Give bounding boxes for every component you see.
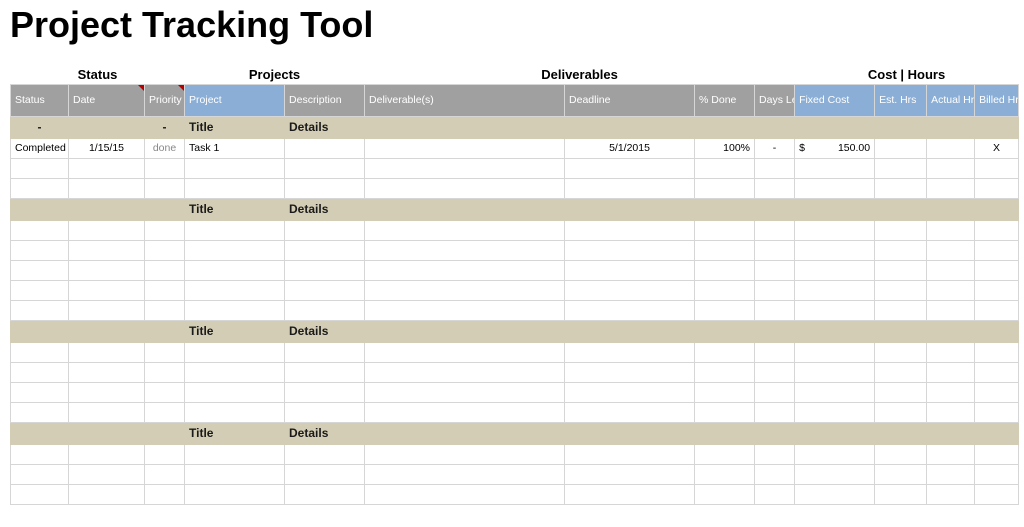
- section-header: Title Details: [11, 422, 1019, 444]
- section-details[interactable]: Details: [285, 198, 1019, 220]
- cell-days-left[interactable]: -: [755, 138, 795, 158]
- cell-priority[interactable]: done: [145, 138, 185, 158]
- hdr-actual-hrs[interactable]: Actual Hrs: [927, 84, 975, 116]
- currency-symbol: $: [799, 142, 805, 154]
- table-row[interactable]: [11, 402, 1019, 422]
- table-row[interactable]: [11, 382, 1019, 402]
- hdr-deadline[interactable]: Deadline: [565, 84, 695, 116]
- hdr-deliverables[interactable]: Deliverable(s): [365, 84, 565, 116]
- cell-status[interactable]: Completed: [11, 138, 69, 158]
- hdr-pct-done[interactable]: % Done: [695, 84, 755, 116]
- section-header: - - Title Details: [11, 116, 1019, 138]
- section-dash: -: [11, 116, 69, 138]
- group-projects: Projects: [185, 62, 365, 84]
- cell-actual-hrs[interactable]: [927, 138, 975, 158]
- hdr-status[interactable]: Status: [11, 84, 69, 116]
- section-title[interactable]: Title: [185, 198, 285, 220]
- section-details[interactable]: Details: [285, 116, 1019, 138]
- group-header-row: Status Projects Deliverables Cost | Hour…: [11, 62, 1019, 84]
- cell-deadline[interactable]: 5/1/2015: [565, 138, 695, 158]
- hdr-days-left[interactable]: Days Left: [755, 84, 795, 116]
- cell-date[interactable]: 1/15/15: [69, 138, 145, 158]
- table-row[interactable]: [11, 342, 1019, 362]
- table-row[interactable]: [11, 260, 1019, 280]
- table-row[interactable]: [11, 280, 1019, 300]
- hdr-priority[interactable]: Priority: [145, 84, 185, 116]
- cell-est-hrs[interactable]: [875, 138, 927, 158]
- section-title[interactable]: Title: [185, 116, 285, 138]
- hdr-date[interactable]: Date: [69, 84, 145, 116]
- cell-project[interactable]: Task 1: [185, 138, 285, 158]
- cell-description[interactable]: [285, 138, 365, 158]
- cell-deliverables[interactable]: [365, 138, 565, 158]
- currency-value: 150.00: [838, 142, 870, 154]
- table-row[interactable]: [11, 158, 1019, 178]
- section-title[interactable]: Title: [185, 422, 285, 444]
- table-row[interactable]: [11, 240, 1019, 260]
- section-details[interactable]: Details: [285, 320, 1019, 342]
- table-row[interactable]: [11, 300, 1019, 320]
- page-title: Project Tracking Tool: [10, 4, 1014, 46]
- section-header: Title Details: [11, 320, 1019, 342]
- cell-fixed-cost[interactable]: $ 150.00: [795, 138, 875, 158]
- hdr-billed-hrs[interactable]: Billed Hrs: [975, 84, 1019, 116]
- cell-billed-hrs[interactable]: X: [975, 138, 1019, 158]
- table-row[interactable]: [11, 220, 1019, 240]
- group-cost-hours: Cost | Hours: [795, 62, 1019, 84]
- group-status: Status: [11, 62, 185, 84]
- hdr-description[interactable]: Description: [285, 84, 365, 116]
- table-row[interactable]: [11, 362, 1019, 382]
- section-title[interactable]: Title: [185, 320, 285, 342]
- table-row[interactable]: [11, 444, 1019, 464]
- hdr-fixed-cost[interactable]: Fixed Cost: [795, 84, 875, 116]
- tracking-table: Status Projects Deliverables Cost | Hour…: [10, 62, 1019, 505]
- hdr-project[interactable]: Project: [185, 84, 285, 116]
- section-header: Title Details: [11, 198, 1019, 220]
- table-row[interactable]: [11, 178, 1019, 198]
- section-dash: -: [145, 116, 185, 138]
- table-row[interactable]: Completed 1/15/15 done Task 1 5/1/2015 1…: [11, 138, 1019, 158]
- table-row[interactable]: [11, 484, 1019, 504]
- section-details[interactable]: Details: [285, 422, 1019, 444]
- group-deliverables: Deliverables: [365, 62, 795, 84]
- hdr-est-hrs[interactable]: Est. Hrs: [875, 84, 927, 116]
- column-header-row: Status Date Priority Project Description…: [11, 84, 1019, 116]
- cell-pct-done[interactable]: 100%: [695, 138, 755, 158]
- table-row[interactable]: [11, 464, 1019, 484]
